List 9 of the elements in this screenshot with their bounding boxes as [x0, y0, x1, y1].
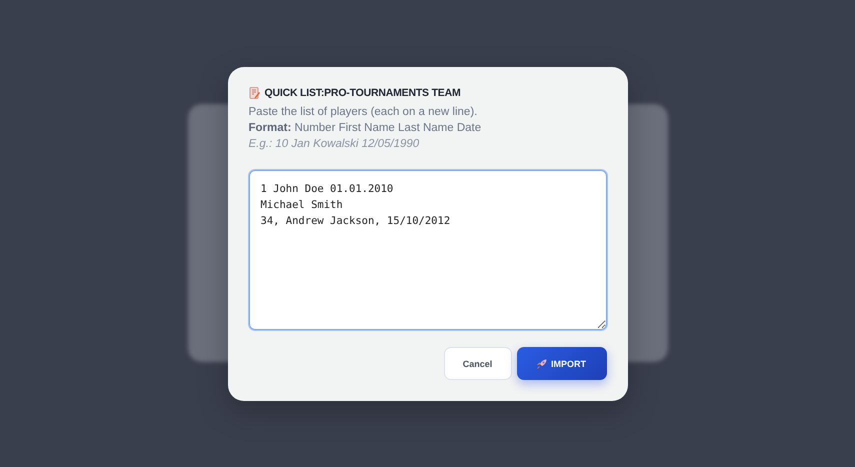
rocket-icon	[537, 358, 547, 368]
cancel-button[interactable]: Cancel	[444, 347, 512, 380]
players-field[interactable]: 1 John Doe 01.01.2010 Michael Smith 34, Andrew Jackson, 15/10/2012	[248, 170, 606, 330]
dialog-title: QUICK LIST:PRO-TOURNAMENTS TEAM	[264, 87, 461, 99]
note-icon	[248, 87, 260, 99]
import-button[interactable]: IMPORT	[516, 347, 606, 380]
instruction-text: Paste the list of players (each on a new line).	[248, 105, 478, 120]
instruction-text: Format: Number First Name Last Name Date	[248, 121, 482, 136]
example-text: E.g.: 10 Jan Kowalski 12/05/1990	[248, 137, 420, 152]
